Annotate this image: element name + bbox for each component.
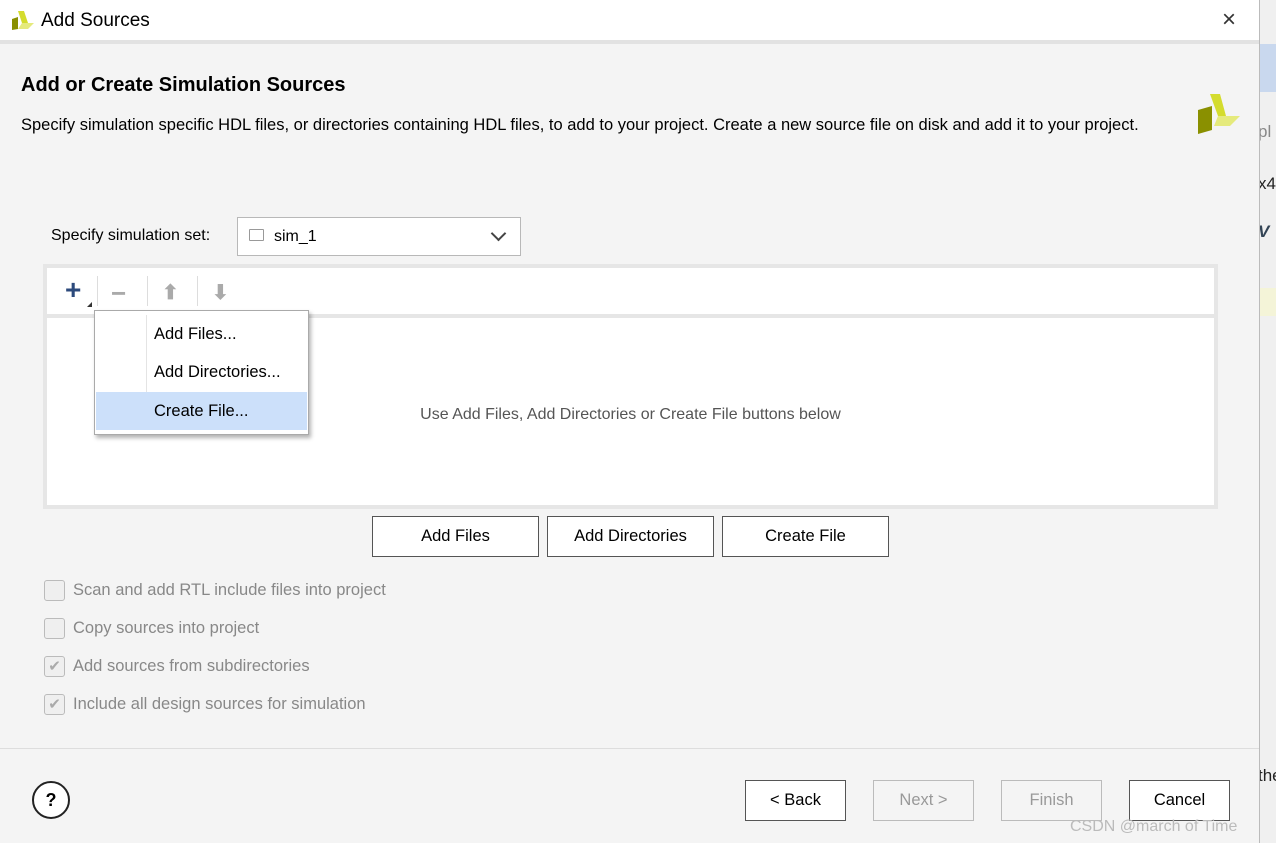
- help-button[interactable]: ?: [32, 781, 70, 819]
- move-down-icon[interactable]: ⬇: [212, 280, 229, 305]
- add-sources-dialog: Add Sources × Add or Create Simulation S…: [0, 0, 1260, 843]
- checkbox-box[interactable]: [44, 580, 65, 601]
- vivado-logo-icon: [1198, 94, 1240, 134]
- checkmark-icon[interactable]: ✔: [44, 694, 65, 715]
- title-bar: Add Sources ×: [0, 0, 1259, 44]
- divider: [147, 276, 148, 306]
- move-up-icon[interactable]: ⬆: [162, 280, 179, 305]
- divider: [197, 276, 198, 306]
- checkmark-icon[interactable]: ✔: [44, 656, 65, 677]
- folder-icon: [249, 229, 264, 241]
- chevron-down-icon: [490, 225, 507, 242]
- divider: [0, 748, 1259, 749]
- divider: [97, 276, 98, 306]
- watermark: CSDN @march of Time: [1070, 818, 1238, 835]
- page-description: Specify simulation specific HDL files, o…: [21, 116, 1139, 134]
- finish-button[interactable]: Finish: [1001, 780, 1102, 821]
- menu-item-create-file[interactable]: Create File...: [96, 392, 307, 430]
- vivado-logo-icon: [12, 11, 34, 30]
- background-window: pl x4 V the: [1258, 0, 1276, 843]
- bg-text: x4: [1258, 174, 1276, 193]
- close-icon[interactable]: ×: [1211, 6, 1247, 34]
- simulation-set-label: Specify simulation set:: [51, 227, 211, 244]
- add-icon[interactable]: +: [65, 274, 81, 306]
- checkbox-box[interactable]: [44, 618, 65, 639]
- simulation-set-dropdown[interactable]: sim_1: [237, 217, 521, 256]
- create-file-button[interactable]: Create File: [722, 516, 889, 557]
- add-directories-button[interactable]: Add Directories: [547, 516, 714, 557]
- checkbox-label: Include all design sources for simulatio…: [73, 695, 366, 713]
- add-menu: Add Files... Add Directories... Create F…: [94, 310, 309, 435]
- checkbox-label: Scan and add RTL include files into proj…: [73, 581, 386, 599]
- window-title: Add Sources: [41, 10, 150, 31]
- remove-icon[interactable]: −: [111, 278, 126, 309]
- menu-item-add-directories[interactable]: Add Directories...: [96, 353, 307, 391]
- sources-toolbar: + − ⬆ ⬇: [47, 268, 1214, 316]
- next-button[interactable]: Next >: [873, 780, 974, 821]
- page-title: Add or Create Simulation Sources: [21, 74, 346, 96]
- checkbox-label: Copy sources into project: [73, 619, 260, 637]
- simulation-set-value: sim_1: [274, 228, 317, 245]
- back-button[interactable]: < Back: [745, 780, 846, 821]
- dropdown-indicator-icon: [87, 302, 92, 307]
- add-files-button[interactable]: Add Files: [372, 516, 539, 557]
- cancel-button[interactable]: Cancel: [1129, 780, 1230, 821]
- bg-text: the: [1258, 766, 1276, 785]
- checkbox-label: Add sources from subdirectories: [73, 657, 310, 675]
- menu-item-add-files[interactable]: Add Files...: [96, 315, 307, 353]
